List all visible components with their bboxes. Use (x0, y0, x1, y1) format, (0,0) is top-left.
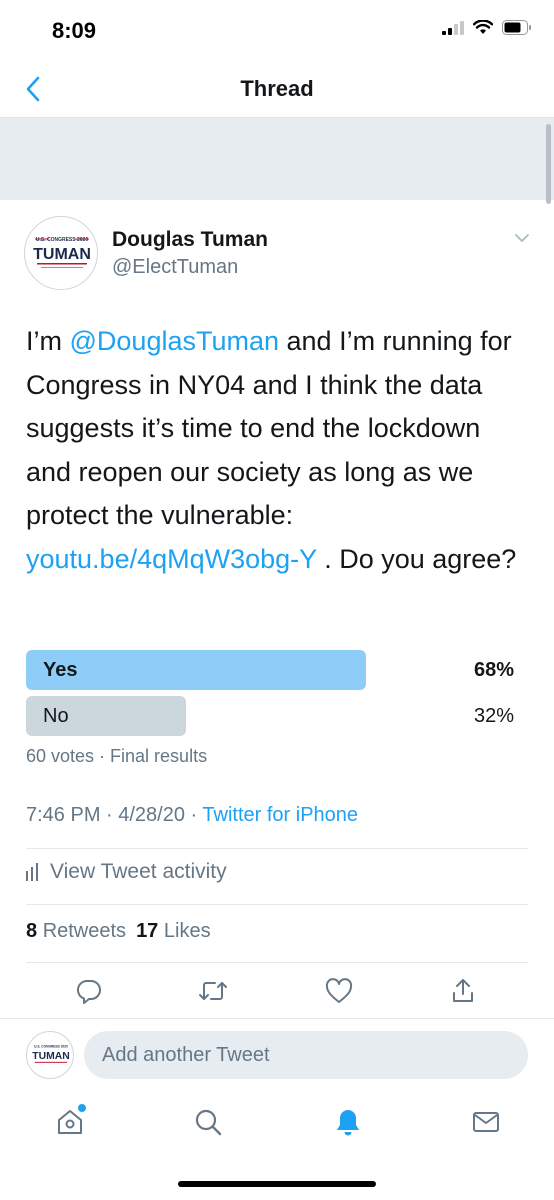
view-tweet-activity-button[interactable]: View Tweet activity (26, 860, 227, 884)
divider (26, 962, 528, 963)
caret-down-icon (515, 234, 529, 242)
svg-text:TUMAN: TUMAN (32, 1051, 69, 1062)
author-avatar[interactable]: U.S. CONGRESS 2020 TUMAN (24, 216, 98, 290)
tab-search[interactable] (188, 1102, 228, 1142)
home-indicator (178, 1181, 376, 1187)
divider (26, 848, 528, 849)
share-icon (453, 979, 473, 1002)
new-content-dot (78, 1104, 86, 1112)
source-link[interactable]: Twitter for iPhone (202, 804, 358, 826)
page-title: Thread (240, 76, 314, 101)
share-button[interactable] (448, 976, 478, 1006)
retweet-button[interactable] (198, 976, 228, 1006)
tweet-timestamp: 7:46 PM · 4/28/20 · Twitter for iPhone (26, 804, 358, 827)
reply-button[interactable] (74, 976, 104, 1006)
like-button[interactable] (324, 976, 354, 1006)
svg-text:U.S. CONGRESS 2020: U.S. CONGRESS 2020 (36, 237, 88, 243)
activity-label: View Tweet activity (50, 860, 227, 883)
retweets-count: 8 (26, 920, 38, 942)
divider (26, 904, 528, 905)
poll-meta: 60 votes · Final results (26, 746, 208, 766)
scroll-indicator[interactable] (546, 124, 551, 204)
wifi-icon (473, 20, 493, 34)
poll-option: Yes 68% (26, 650, 528, 690)
mention-link[interactable]: @DouglasTuman (70, 326, 280, 356)
signal-icon (442, 20, 464, 35)
likes-count: 17 (136, 920, 159, 942)
messages-icon (473, 1112, 499, 1132)
poll: Yes 68% No 32% 60 votes · Final results (26, 650, 528, 766)
status-bar: 8:09 (0, 0, 554, 60)
battery-icon (502, 20, 531, 35)
tweet-text-part: I’m (26, 326, 70, 356)
tab-bar (0, 1092, 554, 1162)
author-handle[interactable]: @ElectTuman (112, 256, 238, 279)
tweet-text-part: . Do you agree? (316, 543, 517, 574)
retweet-icon (199, 982, 227, 1000)
tweet-text: I’m @DouglasTuman and I’m running for Co… (26, 320, 526, 581)
url-link[interactable]: youtu.be/4qMqW3obg-Y (26, 544, 317, 574)
poll-option-label: No (43, 705, 69, 727)
tweet-stats: 8 Retweets 17 Likes (26, 920, 211, 943)
svg-text:U.S. CONGRESS 2020: U.S. CONGRESS 2020 (34, 1045, 68, 1049)
poll-option-percent: 68% (473, 659, 514, 681)
reply-avatar: U.S. CONGRESS 2020 TUMAN (26, 1031, 74, 1079)
tweet-menu-button[interactable] (514, 230, 530, 248)
tab-messages[interactable] (466, 1102, 506, 1142)
poll-option-label: Yes (43, 659, 78, 681)
tab-home[interactable] (50, 1102, 90, 1142)
search-icon (195, 1109, 222, 1136)
likes-label: Likes (163, 920, 211, 942)
reply-icon (76, 979, 101, 1004)
tuman-logo: U.S. CONGRESS 2020 TUMAN (33, 237, 91, 268)
reply-composer: U.S. CONGRESS 2020 TUMAN Add another Twe… (0, 1018, 554, 1092)
likes-stat[interactable]: 17 Likes (136, 920, 211, 943)
add-tweet-input[interactable]: Add another Tweet (84, 1031, 528, 1079)
retweets-stat[interactable]: 8 Retweets (26, 920, 126, 943)
status-icons (442, 20, 532, 35)
navigation-bar: Thread (0, 60, 554, 118)
like-icon (325, 978, 353, 1003)
status-time: 8:09 (52, 18, 97, 43)
poll-option-percent: 32% (473, 705, 514, 727)
retweets-label: Retweets (42, 920, 127, 942)
bar-chart-icon (26, 863, 38, 881)
tuman-logo-small: U.S. CONGRESS 2020 TUMAN (32, 1045, 70, 1063)
timestamp-text: 7:46 PM · 4/28/20 · (26, 804, 203, 826)
svg-text:TUMAN: TUMAN (33, 246, 91, 263)
poll-option: No 32% (26, 696, 528, 736)
thread-separator-band (0, 118, 554, 200)
tweet-actions (0, 970, 554, 1014)
tab-notifications[interactable] (328, 1102, 368, 1142)
author-name[interactable]: Douglas Tuman (112, 228, 268, 252)
tweet-text-part: and I’m running for Congress in NY04 and… (26, 326, 512, 530)
notifications-icon (337, 1110, 359, 1136)
